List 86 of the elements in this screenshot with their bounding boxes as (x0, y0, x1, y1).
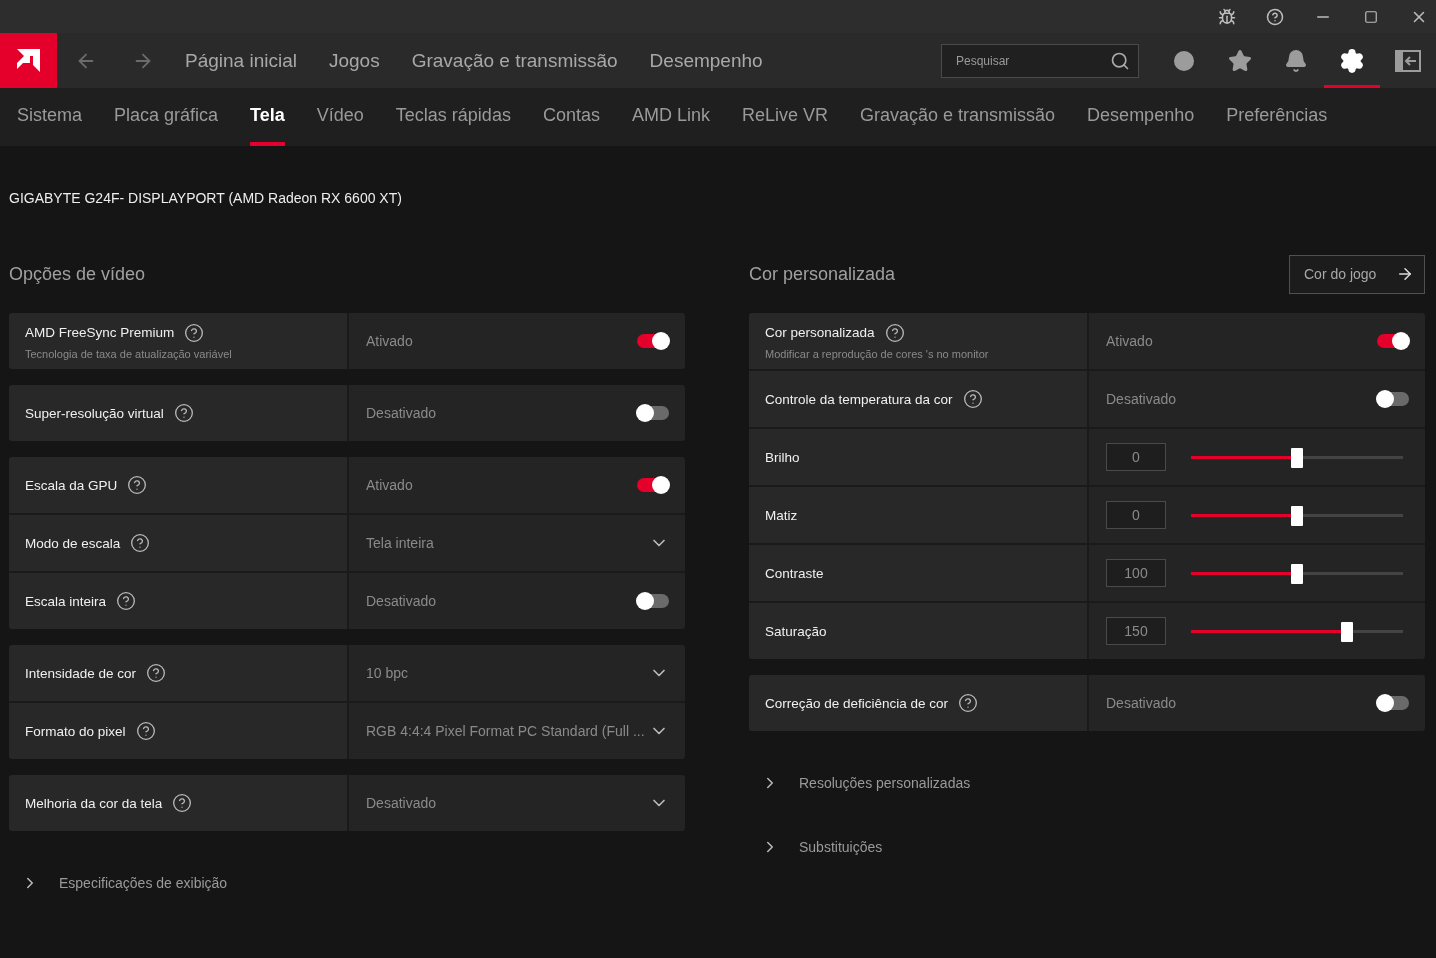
star-icon (1228, 48, 1252, 73)
dropdown[interactable]: Desativado (366, 775, 669, 831)
nav-link[interactable]: Página inicial (185, 49, 297, 72)
tab[interactable]: Vídeo (316, 88, 364, 146)
help-icon[interactable] (173, 403, 194, 423)
tab[interactable]: AMD Link (631, 88, 710, 146)
bug-icon[interactable] (1217, 6, 1237, 27)
search-icon[interactable] (1110, 50, 1130, 71)
setting-label: Contraste (765, 565, 824, 581)
setting-label: Escala inteira (25, 593, 107, 609)
setting-label: Matiz (765, 507, 798, 523)
setting-label: Intensidade de cor (25, 665, 137, 681)
setting-label: Saturação (765, 623, 827, 639)
help-icon[interactable] (135, 721, 156, 741)
tab[interactable]: Gravação e transmissão (860, 88, 1056, 146)
expander[interactable]: Substituições (749, 835, 1425, 859)
dropdown[interactable]: RGB 4:4:4 Pixel Format PC Standard (Full ... (366, 703, 669, 759)
setting-label: Cor personalizada (765, 325, 875, 340)
setting-label: Escala da GPU (25, 477, 118, 493)
expander[interactable]: Especificações de exibição (9, 871, 685, 895)
arrow-right-icon (1396, 265, 1414, 283)
setting-description: Modificar a reprodução de cores 's no monitor (765, 347, 990, 360)
value-input[interactable]: 0 (1106, 501, 1166, 529)
value-text: Desativado (1106, 695, 1177, 711)
value-input[interactable]: 100 (1106, 559, 1166, 587)
game-color-button[interactable]: Cor do jogo (1289, 254, 1425, 294)
tab[interactable]: Sistema (17, 88, 83, 146)
setting-label: Modo de escala (25, 535, 121, 551)
dropdown[interactable]: 10 bpc (366, 645, 669, 701)
help-icon[interactable] (184, 322, 205, 343)
value-text: Desativado (366, 593, 437, 609)
value-text: Desativado (1106, 391, 1177, 407)
value-text: Ativado (366, 333, 413, 349)
bell-icon (1284, 48, 1308, 73)
setting-label: Correção de deficiência de cor (765, 695, 949, 711)
slider-thumb[interactable] (1341, 621, 1354, 642)
expander[interactable]: Resoluções personalizadas (749, 771, 1425, 795)
toggle-switch[interactable] (637, 406, 669, 420)
section-title: Cor personalizada (749, 263, 896, 285)
toggle-switch[interactable] (637, 478, 669, 492)
help-icon[interactable] (146, 663, 167, 683)
value-text: Desativado (366, 405, 437, 421)
dropdown[interactable]: Tela inteira (366, 515, 669, 571)
nav-link[interactable]: Gravação e transmissão (411, 49, 618, 72)
slider-thumb[interactable] (1291, 505, 1303, 526)
help-icon[interactable] (958, 693, 979, 713)
section-title: Opções de vídeo (9, 263, 146, 285)
nav-link[interactable]: Desempenho (649, 49, 763, 72)
setting-label: Formato do pixel (25, 723, 126, 739)
value-text: Ativado (1106, 333, 1153, 349)
help-icon[interactable] (116, 591, 137, 611)
nav-link[interactable]: Jogos (328, 49, 380, 72)
value-text: Ativado (366, 477, 413, 493)
tab[interactable]: Preferências (1226, 88, 1328, 146)
setting-label: Super-resolução virtual (25, 405, 164, 421)
help-icon[interactable] (962, 389, 983, 409)
setting-label: AMD FreeSync Premium (25, 325, 175, 340)
tab[interactable]: Contas (542, 88, 600, 146)
help-icon[interactable] (1265, 6, 1285, 27)
tab[interactable]: ReLive VR (741, 88, 828, 146)
help-icon[interactable] (172, 793, 193, 813)
toggle-switch[interactable] (1377, 696, 1409, 710)
toggle-switch[interactable] (1377, 334, 1409, 348)
value-input[interactable]: 150 (1106, 617, 1166, 645)
search-field[interactable]: Pesquisar (941, 43, 1139, 78)
tab[interactable]: Teclas rápidas (395, 88, 511, 146)
logo-icon[interactable] (0, 33, 57, 88)
toggle-switch[interactable] (637, 334, 669, 348)
setting-label: Controle da temperatura da cor (765, 391, 953, 407)
help-icon[interactable] (127, 475, 148, 495)
help-icon[interactable] (884, 322, 905, 343)
tab[interactable]: Placa gráfica (114, 88, 219, 146)
settings-icon (1339, 47, 1365, 74)
sidebar-panel-icon (1395, 49, 1421, 72)
value-input[interactable]: 0 (1106, 443, 1166, 471)
slider-thumb[interactable] (1291, 447, 1303, 468)
slider-thumb[interactable] (1291, 563, 1303, 584)
toggle-switch[interactable] (637, 594, 669, 608)
setting-description: Tecnologia de taxa de atualização variável (25, 347, 233, 360)
toggle-switch[interactable] (1377, 392, 1409, 406)
help-icon[interactable] (130, 533, 151, 553)
display-name: GIGABYTE G24F- DISPLAYPORT (AMD Radeon RX 6600 XT) (9, 190, 403, 208)
tab[interactable]: Desempenho (1087, 88, 1195, 146)
setting-label: Brilho (765, 449, 800, 465)
setting-label: Melhoria da cor da tela (25, 795, 163, 811)
tab[interactable]: Tela (250, 88, 285, 146)
